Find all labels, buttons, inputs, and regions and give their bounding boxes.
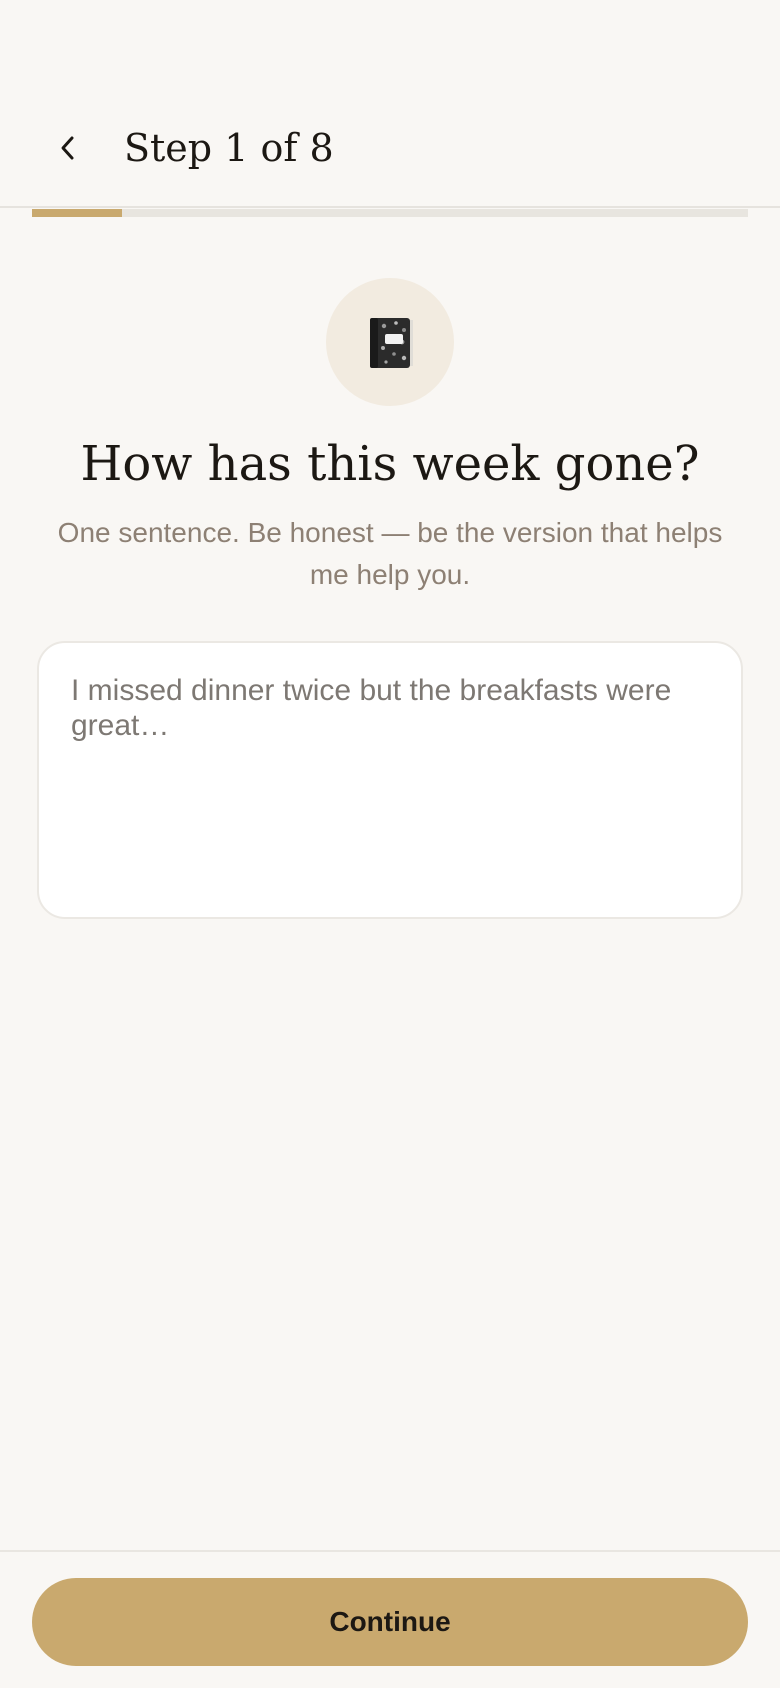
question-subtitle: One sentence. Be honest — be the version… xyxy=(57,517,723,590)
top-bar: Step 1 of 8 xyxy=(0,0,780,208)
step-indicator: Step 1 of 8 xyxy=(124,126,334,170)
answer-card xyxy=(37,641,743,919)
prompt-icon-badge xyxy=(326,278,454,406)
progress-bar xyxy=(32,209,748,217)
back-button[interactable] xyxy=(44,118,92,178)
notebook-icon xyxy=(370,318,413,368)
question-heading: How has this week gone? xyxy=(80,436,700,492)
chevron-left-icon xyxy=(61,136,74,160)
bottom-bar: Continue xyxy=(0,1550,780,1688)
continue-button[interactable]: Continue xyxy=(32,1578,748,1666)
answer-input[interactable] xyxy=(71,673,709,887)
progress-bar-fill xyxy=(32,209,122,217)
